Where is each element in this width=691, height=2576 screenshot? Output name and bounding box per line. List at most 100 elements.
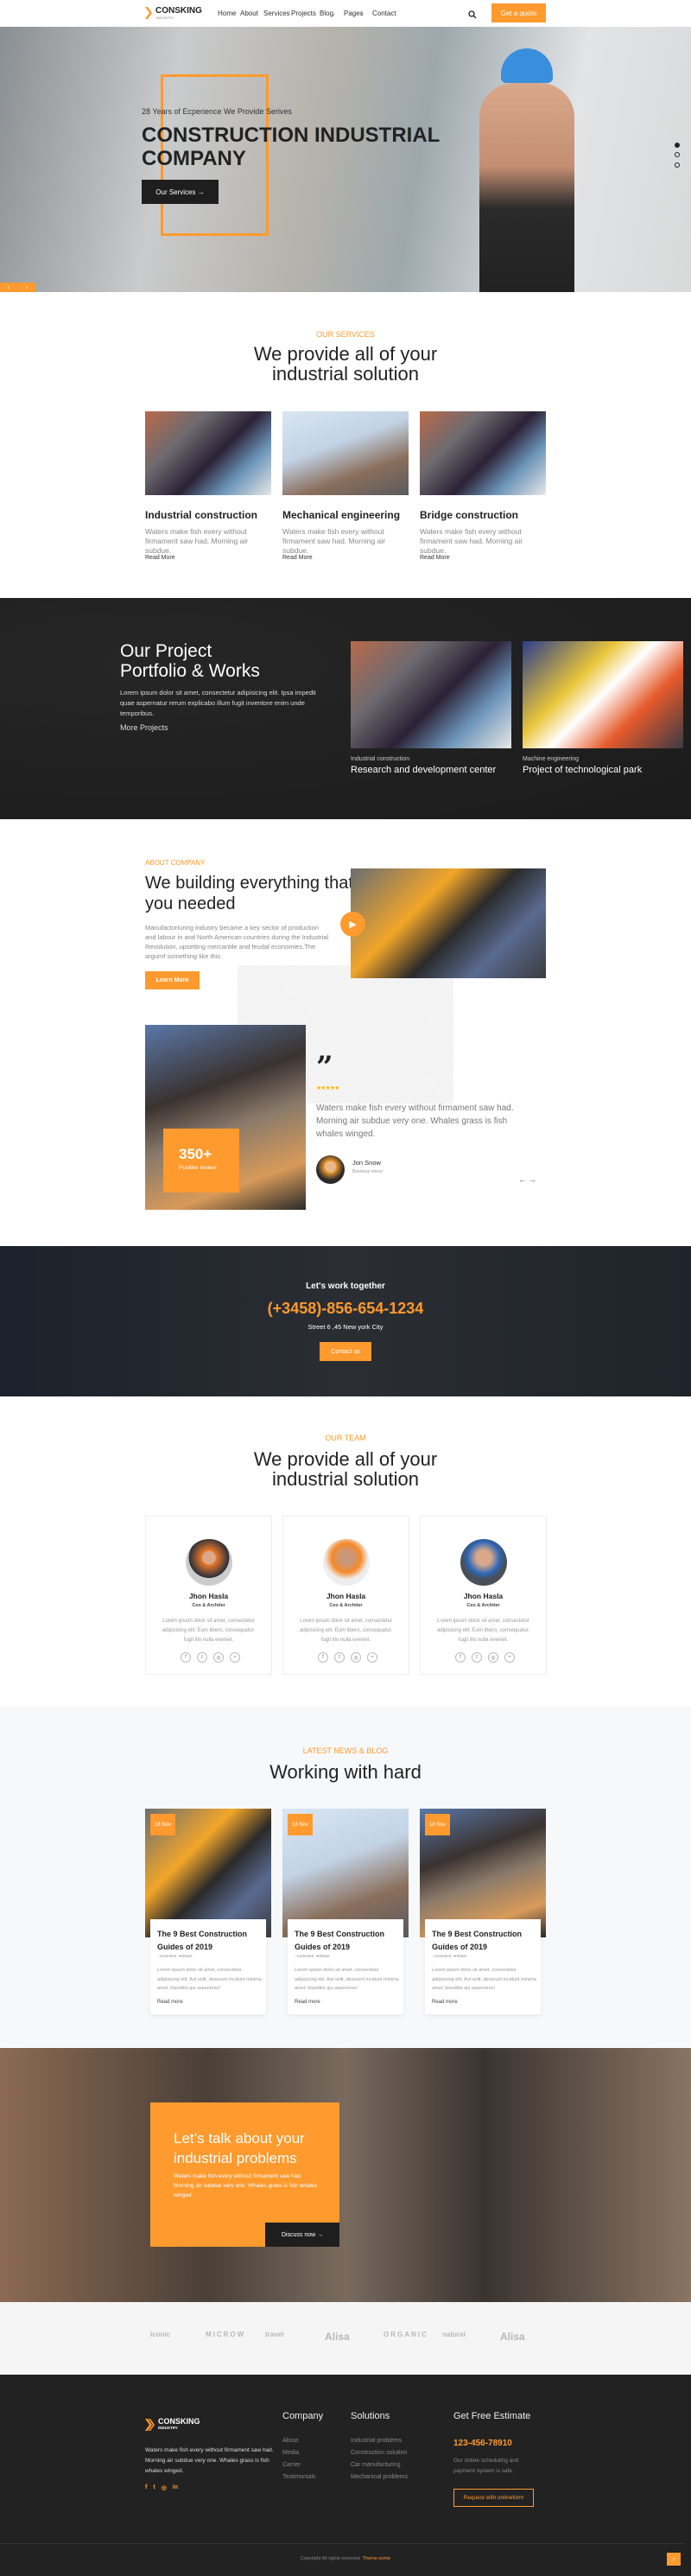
play-video-button[interactable]: ▶ [340, 912, 365, 937]
service-title[interactable]: Mechanical engineering [282, 509, 400, 521]
facebook-icon[interactable]: f [181, 1652, 191, 1663]
linkedin-icon[interactable]: in [173, 2484, 178, 2491]
twitter-icon[interactable]: t [472, 1652, 482, 1663]
nav-contact[interactable]: Contact [372, 10, 396, 17]
date-badge: 18 Nov [288, 1814, 313, 1835]
prev-slide-button[interactable]: ‹ [0, 283, 17, 292]
project-image[interactable] [351, 641, 511, 748]
read-more-link[interactable]: Read more [157, 2000, 183, 2005]
project-title[interactable]: Project of technological park [523, 765, 642, 775]
next-testimonial-arrow-icon[interactable]: → [529, 1175, 536, 1184]
footer-link[interactable]: Industrial problems [351, 2438, 402, 2444]
twitter-icon[interactable]: t [153, 2484, 155, 2491]
more-projects-link[interactable]: More Projects [120, 723, 168, 732]
testimonial-quote: Waters make fish every without firmament… [316, 1104, 514, 1139]
blog-card: The 9 Best Construction Guides of 2019 ◌… [425, 1919, 541, 2014]
read-more-link[interactable]: Read more [432, 2000, 458, 2005]
services-title: We provide all of your industrial solutio… [253, 343, 438, 385]
facebook-icon[interactable]: f [318, 1652, 328, 1663]
contact-us-button[interactable]: Contact us [320, 1342, 371, 1361]
projects-desc: Lorem ipsum dolor sit amet, consectetur … [120, 689, 316, 717]
blog-title[interactable]: The 9 Best Construction Guides of 2019 [295, 1928, 398, 1953]
team-card: Jhon Hasla Ceo & Architer Lorem ipsum do… [282, 1516, 409, 1675]
blog-desc: Lorem ipsum dolor sit amet, consectetur … [295, 1968, 399, 1991]
discuss-now-button[interactable]: Discuss now → [265, 2223, 339, 2247]
nav-about[interactable]: About [240, 10, 258, 17]
team-avatar [460, 1539, 507, 1586]
blog-title[interactable]: The 9 Best Construction Guides of 2019 [432, 1928, 536, 1953]
service-title[interactable]: Bridge construction [420, 509, 518, 521]
service-desc: Waters make fish every without firmament… [420, 527, 523, 555]
nav-projects[interactable]: Projects [291, 10, 316, 17]
twitter-icon[interactable]: t [334, 1652, 345, 1663]
navbar: CONSKING INDUSTRY Home About Services Pr… [0, 0, 691, 27]
service-title[interactable]: Industrial construction [145, 509, 257, 521]
slide-dot-3[interactable] [675, 162, 680, 168]
projects-section: Our Project Portfolio & Works Lorem ipsum… [0, 598, 691, 819]
slide-dot-1[interactable] [675, 143, 680, 148]
logo-tagline: INDUSTRY [156, 16, 174, 20]
talk-title: Let’s talk about your industrial problems [174, 2130, 305, 2166]
back-to-top-button[interactable]: ↑ [667, 2553, 681, 2566]
get-quote-button[interactable]: Get a quote [491, 3, 546, 22]
project-category: Machine engineering [523, 756, 579, 762]
footer-logo-text: CONSKING [158, 2417, 200, 2426]
footer-link[interactable]: Testimonials [282, 2474, 316, 2480]
footer-link[interactable]: Media [282, 2450, 299, 2456]
service-image [145, 411, 271, 495]
instagram-icon[interactable]: ◎ [162, 2484, 167, 2491]
footer: CONSKING INDUSTRY Waters make fish every… [0, 2375, 691, 2576]
read-more-link[interactable]: Read more [295, 2000, 320, 2005]
team-name: Jhon Hasla [188, 1592, 229, 1600]
instagram-icon[interactable]: ◎ [488, 1652, 498, 1663]
about-label: ABOUT COMPANY [145, 859, 206, 867]
blog-desc: Lorem ipsum dolor sit amet, consectetur … [157, 1968, 262, 1991]
project-image[interactable] [523, 641, 683, 748]
team-desc: Lorem ipsum dolor sit amet, consectetur … [436, 1619, 530, 1643]
read-more-link[interactable]: Read More [420, 555, 450, 561]
instagram-icon[interactable]: ◎ [213, 1652, 224, 1663]
instagram-icon[interactable]: ◎ [351, 1652, 361, 1663]
footer-link[interactable]: Mechanical problems [351, 2474, 408, 2480]
footer-link[interactable]: Construction solution [351, 2450, 407, 2456]
read-more-link[interactable]: Read More [282, 555, 313, 561]
footer-divider [0, 2543, 685, 2544]
footer-estimate-desc: Our online scheduling and payment system… [453, 2458, 519, 2474]
footer-link[interactable]: Carrier [282, 2462, 301, 2468]
request-onlineform-button[interactable]: Request with onlineform [453, 2489, 534, 2507]
learn-more-button[interactable]: Learn More [145, 971, 200, 989]
rss-icon[interactable]: ≈ [230, 1652, 240, 1663]
rss-icon[interactable]: ≈ [504, 1652, 515, 1663]
our-services-button[interactable]: Our Services → [142, 180, 219, 204]
footer-link[interactable]: Car manufacturing [351, 2462, 401, 2468]
logo-icon [145, 7, 153, 19]
search-icon[interactable] [468, 8, 477, 23]
prev-testimonial-arrow-icon[interactable]: ← [518, 1175, 526, 1184]
next-slide-button[interactable]: › [18, 283, 35, 292]
facebook-icon[interactable]: f [145, 2484, 147, 2491]
hero-slider: 28 Years of Ecperience We Provide Serive… [0, 27, 691, 292]
nav-services[interactable]: Services [263, 10, 290, 17]
twitter-icon[interactable]: t [197, 1652, 207, 1663]
credit-link[interactable]: Theme-zome [363, 2556, 390, 2561]
blog-label: LATEST NEWS & BLOG [302, 1746, 389, 1755]
footer-phone: 123-456-78910 [453, 2439, 512, 2448]
footer-link[interactable]: About [282, 2438, 298, 2444]
footer-logo-tagline: INDUSTRY [158, 2426, 178, 2430]
nav-home[interactable]: Home [218, 10, 236, 17]
copyright: Copyright All rights reserved Theme-zome [300, 2556, 391, 2561]
blog-title[interactable]: The 9 Best Construction Guides of 2019 [157, 1928, 261, 1953]
footer-solutions-title: Solutions [351, 2411, 390, 2421]
team-title: We provide all of your industrial solutio… [253, 1448, 438, 1490]
slide-dot-2[interactable] [675, 152, 680, 157]
logo-text[interactable]: CONSKING [155, 6, 202, 16]
service-image [420, 411, 546, 495]
rss-icon[interactable]: ≈ [367, 1652, 377, 1663]
chevron-down-icon: ⌄ [331, 10, 337, 17]
team-role: Ceo & Architer [329, 1603, 363, 1608]
team-card: Jhon Hasla Ceo & Architer Lorem ipsum do… [145, 1516, 272, 1675]
project-title[interactable]: Research and development center [351, 765, 496, 775]
facebook-icon[interactable]: f [455, 1652, 466, 1663]
talk-box: Let’s talk about your industrial problems… [150, 2102, 339, 2247]
read-more-link[interactable]: Read More [145, 555, 175, 561]
